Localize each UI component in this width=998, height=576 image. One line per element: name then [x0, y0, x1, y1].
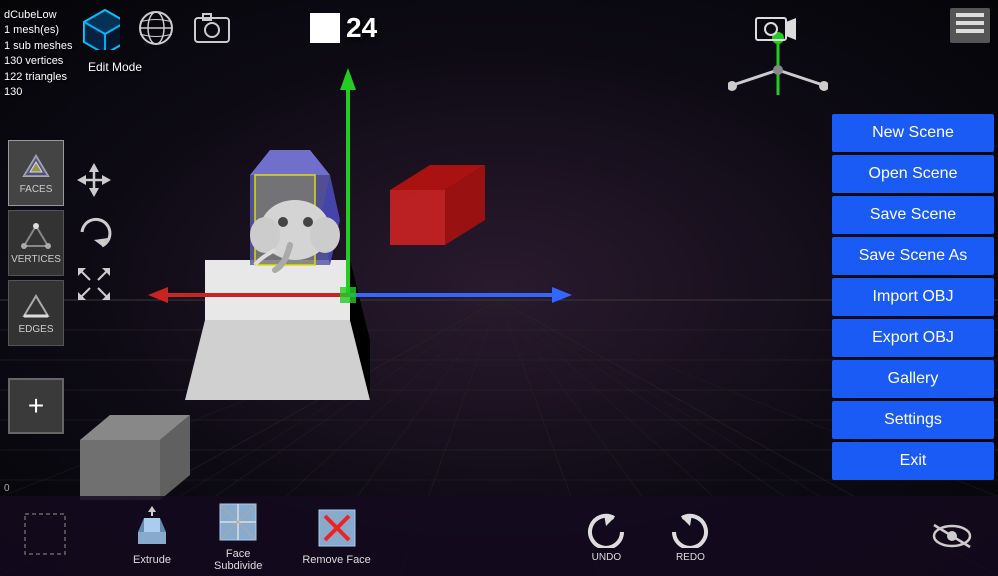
left-mode-panel: FACES VERTICES EDGES: [8, 140, 64, 346]
left-tools: [74, 160, 114, 304]
selection-indicator: [20, 509, 70, 564]
edges-mode-btn[interactable]: EDGES: [8, 280, 64, 346]
face-subdivide-label: Face Subdivide: [214, 548, 262, 572]
new-scene-button[interactable]: New Scene: [832, 114, 994, 152]
vertices-label: VERTICES: [11, 254, 61, 265]
vertices-mode-btn[interactable]: VERTICES: [8, 210, 64, 276]
camera-button[interactable]: [754, 12, 798, 51]
edges-label: EDGES: [18, 324, 53, 335]
sub-mesh: 1 sub meshes: [4, 39, 72, 54]
screenshot-icon[interactable]: [192, 8, 232, 48]
extra-count: 130: [4, 85, 72, 100]
right-menu: New Scene Open Scene Save Scene Save Sce…: [828, 110, 998, 484]
extrude-tool[interactable]: Extrude: [130, 506, 174, 566]
undo-button[interactable]: UNDO: [584, 510, 628, 563]
remove-face-label: Remove Face: [302, 554, 370, 566]
extrude-label: Extrude: [133, 554, 171, 566]
import-obj-button[interactable]: Import OBJ: [832, 278, 994, 316]
global-mode-icon[interactable]: [136, 8, 176, 48]
visibility-toggle[interactable]: [926, 517, 978, 555]
move-tool-icon[interactable]: [74, 160, 114, 200]
redo-button[interactable]: REDO: [668, 510, 712, 563]
remove-face-icon: [315, 506, 359, 550]
exit-button[interactable]: Exit: [832, 442, 994, 480]
export-obj-button[interactable]: Export OBJ: [832, 319, 994, 357]
undo-label: UNDO: [592, 552, 621, 563]
settings-button[interactable]: Settings: [832, 401, 994, 439]
face-subdivide-icon: [216, 500, 260, 544]
remove-face-tool[interactable]: Remove Face: [302, 506, 370, 566]
frame-number: 24: [346, 12, 377, 44]
extrude-icon: [130, 506, 174, 550]
redo-label: REDO: [676, 552, 705, 563]
edit-mode-label: Edit Mode: [88, 60, 142, 74]
mesh-name: dCubeLow: [4, 8, 72, 23]
rotate-tool-icon[interactable]: [74, 212, 114, 252]
scale-tool-icon[interactable]: [74, 264, 114, 304]
save-scene-as-button[interactable]: Save Scene As: [832, 237, 994, 275]
bottom-toolbar: Extrude Face Subdivide: [0, 496, 998, 576]
faces-mode-btn[interactable]: FACES: [8, 140, 64, 206]
open-scene-button[interactable]: Open Scene: [832, 155, 994, 193]
edit-mode-icon[interactable]: [80, 8, 120, 48]
mesh-count: 1 mesh(es): [4, 23, 72, 38]
bottom-coordinate: 0: [4, 483, 10, 494]
vertex-count: 130 vertices: [4, 54, 72, 69]
hamburger-menu[interactable]: [950, 8, 990, 43]
triangle-count: 122 triangles: [4, 70, 72, 85]
gallery-button[interactable]: Gallery: [832, 360, 994, 398]
info-panel: dCubeLow 1 mesh(es) 1 sub meshes 130 ver…: [4, 8, 72, 100]
frame-square: [310, 13, 340, 43]
add-object-button[interactable]: +: [8, 378, 64, 434]
faces-label: FACES: [20, 184, 53, 195]
top-toolbar: [80, 8, 232, 48]
face-subdivide-tool[interactable]: Face Subdivide: [214, 500, 262, 572]
frame-counter: 24: [310, 12, 377, 44]
save-scene-button[interactable]: Save Scene: [832, 196, 994, 234]
viewport: dCubeLow 1 mesh(es) 1 sub meshes 130 ver…: [0, 0, 998, 576]
add-icon: +: [28, 390, 44, 422]
